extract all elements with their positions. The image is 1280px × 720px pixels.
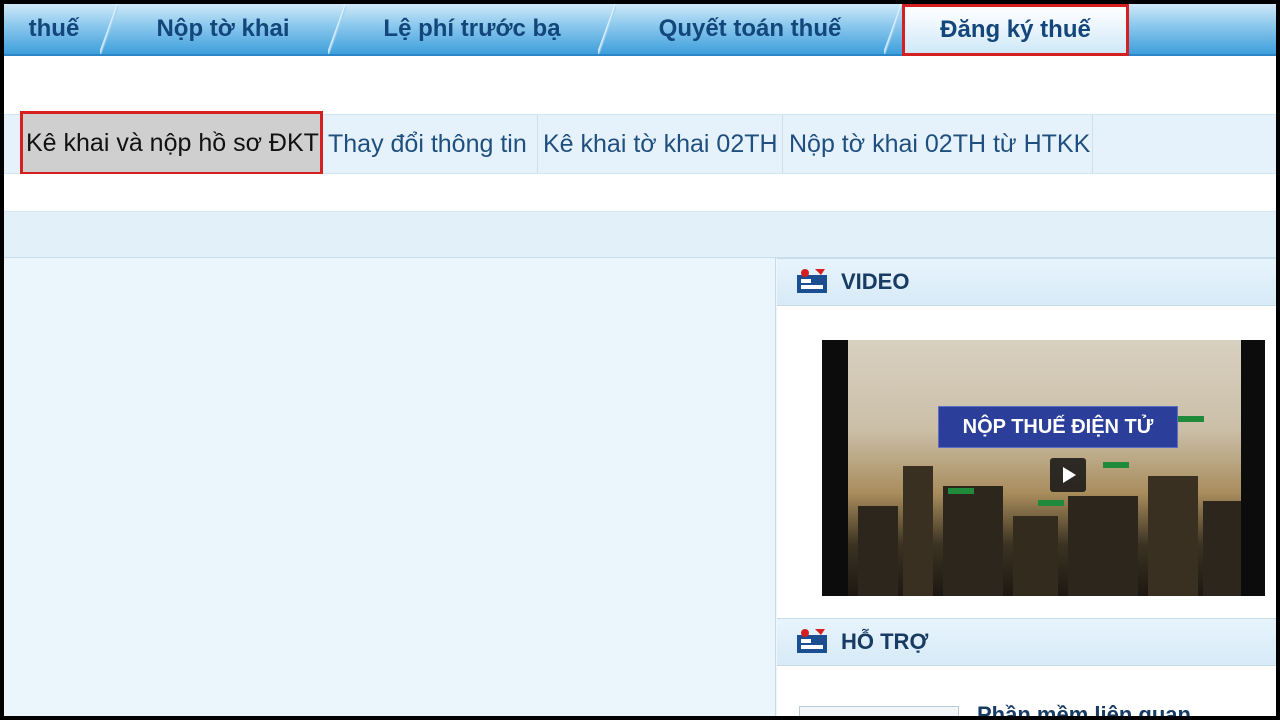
support-section-header: HỖ TRỢ	[777, 618, 1276, 666]
subnav-label: Thay đổi thông tin	[328, 129, 527, 158]
tab-label: Nộp tờ khai	[156, 15, 290, 42]
tab-label: thuế	[28, 15, 80, 42]
tab-label: Lệ phí trước bạ	[383, 15, 561, 42]
section-header-icon	[795, 267, 831, 297]
tab-dang-ky-thue[interactable]: Đăng ký thuế	[902, 4, 1129, 56]
video-thumbnail: NỘP THUẾ ĐIỆN TỬ	[848, 340, 1241, 596]
subnav-thay-doi-thong-tin[interactable]: Thay đổi thông tin	[326, 115, 538, 173]
subnav-label: Kê khai tờ khai 02TH	[543, 129, 778, 158]
main-content-panel	[4, 258, 776, 716]
tab-nop-to-khai[interactable]: Nộp tờ khai	[114, 4, 346, 54]
top-navigation: thuế Nộp tờ khai Lệ phí trước bạ Quyết t…	[4, 4, 1276, 56]
support-item-thumbnail[interactable]	[799, 706, 959, 716]
video-player[interactable]: NỘP THUẾ ĐIỆN TỬ	[822, 340, 1265, 596]
video-section-title: VIDEO	[841, 269, 910, 294]
sub-navigation: Kê khai và nộp hồ sơ ĐKT Thay đổi thông …	[4, 111, 1276, 175]
subnav-nop-02th-htkk[interactable]: Nộp tờ khai 02TH từ HTKK	[784, 115, 1093, 173]
support-item-link[interactable]: Phần mềm liên quan	[977, 702, 1191, 716]
play-icon[interactable]	[1050, 458, 1086, 492]
app-frame: thuế Nộp tờ khai Lệ phí trước bạ Quyết t…	[4, 4, 1276, 716]
tab-le-phi-truoc-ba[interactable]: Lệ phí trước bạ	[342, 4, 616, 54]
video-banner: NỘP THUẾ ĐIỆN TỬ	[938, 406, 1178, 448]
subnav-label: Nộp tờ khai 02TH từ HTKK	[789, 129, 1091, 158]
subnav-ke-khai-02th[interactable]: Kê khai tờ khai 02TH	[539, 115, 783, 173]
support-section-title: HỖ TRỢ	[841, 629, 929, 654]
video-section-header: VIDEO	[777, 258, 1276, 306]
content-band	[4, 174, 1276, 212]
subnav-label: Kê khai và nộp hồ sơ ĐKT	[26, 128, 319, 157]
content-header-band	[4, 212, 1276, 258]
tab-label: Quyết toán thuế	[658, 15, 842, 42]
tab-thue[interactable]: thuế	[4, 4, 118, 54]
sidebar: VIDEO NỘP THUẾ ĐIỆN TỬ HỖ TRỢ Phần mềm l…	[777, 258, 1276, 716]
spacer-band	[4, 56, 1276, 114]
subnav-ke-khai-nop-ho-so[interactable]: Kê khai và nộp hồ sơ ĐKT	[20, 111, 323, 175]
tab-quyet-toan-thue[interactable]: Quyết toán thuế	[612, 4, 902, 54]
tab-label: Đăng ký thuế	[940, 16, 1091, 43]
section-header-icon	[795, 627, 831, 657]
